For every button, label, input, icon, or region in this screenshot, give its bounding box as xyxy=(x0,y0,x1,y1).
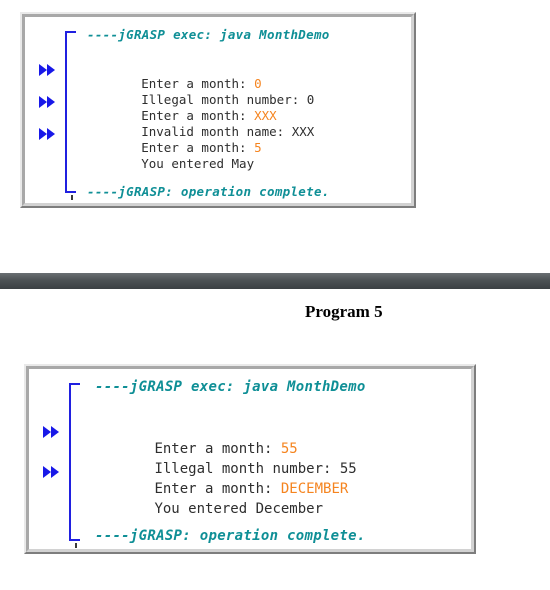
console-line-prompt: You entered December xyxy=(154,501,324,517)
run-marker-icon-1-0 xyxy=(33,63,55,77)
console-header-2: ----jGRASP exec: java MonthDemo xyxy=(95,379,366,395)
run-bracket-1 xyxy=(65,31,76,193)
console-line-1-5: You entered May xyxy=(81,143,254,185)
section-divider-bar xyxy=(0,273,550,289)
jgrasp-console-panel-2: ----jGRASP exec: java MonthDemo Enter a … xyxy=(24,364,476,554)
console-output-area-1[interactable]: ----jGRASP exec: java MonthDemo Enter a … xyxy=(25,17,411,203)
triangle-right-icon xyxy=(39,96,47,108)
figure-caption: Program 5 xyxy=(305,302,383,321)
triangle-right-icon xyxy=(51,426,59,438)
console-footer-1: ----jGRASP: operation complete. xyxy=(87,184,330,199)
bracket-tick-2 xyxy=(75,543,77,548)
console-footer-2: ----jGRASP: operation complete. xyxy=(95,528,366,544)
triangle-right-icon xyxy=(39,64,47,76)
triangle-right-icon xyxy=(43,466,51,478)
console-output-area-2[interactable]: ----jGRASP exec: java MonthDemo Enter a … xyxy=(29,369,471,549)
console-line-input: 5 xyxy=(254,140,262,155)
triangle-right-icon xyxy=(43,426,51,438)
console-line-2-3: You entered December xyxy=(87,485,323,533)
console-inner-frame-2: ----jGRASP exec: java MonthDemo Enter a … xyxy=(26,366,474,552)
triangle-right-icon xyxy=(47,64,55,76)
bracket-tick-1 xyxy=(71,195,73,200)
jgrasp-console-panel-1: ----jGRASP exec: java MonthDemo Enter a … xyxy=(20,12,416,208)
run-marker-icon-1-2 xyxy=(33,95,55,109)
triangle-right-icon xyxy=(47,96,55,108)
run-bracket-2 xyxy=(69,383,80,541)
run-marker-icon-2-0 xyxy=(37,425,59,439)
console-inner-frame-1: ----jGRASP exec: java MonthDemo Enter a … xyxy=(22,14,414,206)
triangle-right-icon xyxy=(51,466,59,478)
triangle-right-icon xyxy=(39,128,47,140)
run-marker-icon-2-2 xyxy=(37,465,59,479)
console-line-prompt: You entered May xyxy=(141,156,255,171)
console-header-1: ----jGRASP exec: java MonthDemo xyxy=(87,27,330,42)
triangle-right-icon xyxy=(47,128,55,140)
run-marker-icon-1-4 xyxy=(33,127,55,141)
